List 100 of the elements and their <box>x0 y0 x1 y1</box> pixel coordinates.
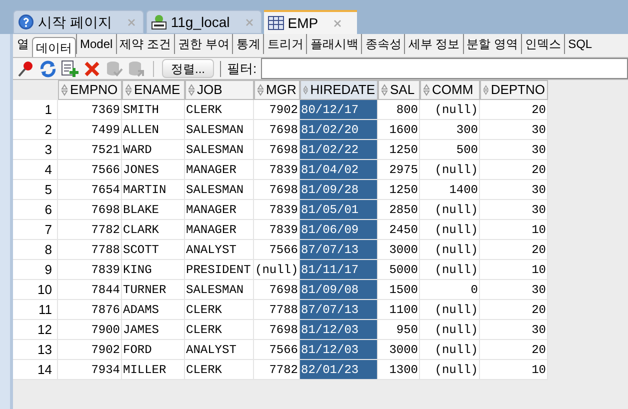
column-label: MGR <box>266 81 296 100</box>
editor-tab[interactable]: EMP <box>264 10 358 34</box>
editor-tab[interactable]: 시작 페이지 <box>13 10 144 34</box>
table-cell: (null) <box>254 260 300 280</box>
table-cell: 20 <box>480 100 548 120</box>
table-cell: 81/04/02 <box>300 160 378 180</box>
subtab[interactable]: 데이터 <box>32 37 76 57</box>
table-cell: 7566 <box>254 240 300 260</box>
subtab[interactable]: 통계 <box>232 34 264 54</box>
subtab[interactable]: 트리거 <box>263 34 306 54</box>
table-cell: (null) <box>420 300 480 320</box>
column-header[interactable]: HIREDATE <box>300 80 378 100</box>
table-cell: 10 <box>480 360 548 380</box>
table-cell: SMITH <box>122 100 185 120</box>
subtab[interactable]: 열 <box>14 34 32 54</box>
table-cell: 10 <box>480 220 548 240</box>
table-cell: 300 <box>420 120 480 140</box>
table-cell: 1500 <box>378 280 420 300</box>
subtab[interactable]: Model <box>76 34 116 54</box>
table-cell: MANAGER <box>185 220 254 240</box>
table-cell: 81/12/03 <box>300 340 378 360</box>
sort-button[interactable]: 정렬... <box>162 59 214 78</box>
subtab[interactable]: 제약 조건 <box>116 34 174 54</box>
row-number: 1 <box>13 100 58 120</box>
table-cell: (null) <box>420 340 480 360</box>
filter-field[interactable] <box>260 58 628 79</box>
tab-label: 시작 페이지 <box>38 12 112 32</box>
subtab[interactable]: 종속성 <box>361 34 404 54</box>
column-header[interactable]: JOB <box>185 80 254 100</box>
table-cell: 80/12/17 <box>300 100 378 120</box>
sort-icon <box>423 84 430 96</box>
row-number: 12 <box>13 320 58 340</box>
table-cell: 1100 <box>378 300 420 320</box>
subtab[interactable]: 권한 부여 <box>174 34 232 54</box>
row-number: 4 <box>13 160 58 180</box>
table-cell: SALESMAN <box>185 280 254 300</box>
subtab[interactable]: 인덱스 <box>521 34 564 54</box>
table-cell: ALLEN <box>122 120 185 140</box>
table-cell: 7499 <box>58 120 122 140</box>
add-row-icon[interactable] <box>61 60 79 78</box>
table-cell: 7876 <box>58 300 122 320</box>
table-icon <box>268 16 284 30</box>
column-header[interactable]: SAL <box>378 80 420 100</box>
table-cell: 7369 <box>58 100 122 120</box>
column-header[interactable]: COMM <box>420 80 480 100</box>
sort-icon <box>125 84 132 96</box>
table-cell: KING <box>122 260 185 280</box>
table-cell: ANALYST <box>185 240 254 260</box>
table-cell: 20 <box>480 340 548 360</box>
table-cell: 7782 <box>58 220 122 240</box>
subtab[interactable]: SQL <box>564 34 596 54</box>
delete-icon[interactable] <box>83 60 101 78</box>
subtab[interactable]: 분할 영역 <box>462 34 522 54</box>
help-icon <box>18 14 34 30</box>
column-header[interactable]: DEPTNO <box>480 80 548 100</box>
table-cell: 7521 <box>58 140 122 160</box>
table-cell: WARD <box>122 140 185 160</box>
table-cell: JAMES <box>122 320 185 340</box>
table-cell: 1250 <box>378 140 420 160</box>
table-cell: 7839 <box>254 200 300 220</box>
column-header[interactable]: EMPNO <box>58 80 122 100</box>
row-number: 9 <box>13 260 58 280</box>
table-cell: (null) <box>420 240 480 260</box>
row-number: 14 <box>13 360 58 380</box>
close-icon[interactable] <box>334 20 342 26</box>
table-cell: 7698 <box>254 280 300 300</box>
subtab[interactable]: 플래시백 <box>306 34 362 54</box>
editor-tab[interactable]: 11g_local <box>146 10 262 34</box>
close-icon[interactable] <box>246 18 253 26</box>
column-header[interactable]: ENAME <box>122 80 185 100</box>
table-cell: (null) <box>420 320 480 340</box>
refresh-icon[interactable] <box>39 60 57 78</box>
table-cell: 82/01/23 <box>300 360 378 380</box>
table-cell: 7844 <box>58 280 122 300</box>
table-cell: 0 <box>420 280 480 300</box>
pin-icon[interactable] <box>17 60 35 78</box>
table-cell: 7698 <box>254 120 300 140</box>
close-icon[interactable] <box>128 18 135 26</box>
table-cell: 7788 <box>254 300 300 320</box>
table-cell: CLERK <box>185 360 254 380</box>
table-cell: 81/06/09 <box>300 220 378 240</box>
column-label: HIREDATE <box>310 81 375 100</box>
table-cell: 87/07/13 <box>300 240 378 260</box>
table-cell: MILLER <box>122 360 185 380</box>
table-cell: 7698 <box>254 320 300 340</box>
subtab[interactable]: 세부 정보 <box>404 34 463 54</box>
table-cell: 81/12/03 <box>300 320 378 340</box>
table-cell: 30 <box>480 320 548 340</box>
table-cell: 1250 <box>378 180 420 200</box>
sort-icon <box>188 84 195 96</box>
column-header[interactable]: MGR <box>254 80 300 100</box>
row-number: 6 <box>13 200 58 220</box>
table-cell: 20 <box>480 240 548 260</box>
row-number: 11 <box>13 300 58 320</box>
table-cell: 7934 <box>58 360 122 380</box>
table-cell: (null) <box>420 100 480 120</box>
table-cell: 7782 <box>254 360 300 380</box>
table-cell: 2450 <box>378 220 420 240</box>
table-cell: 500 <box>420 140 480 160</box>
table-cell: 7902 <box>254 100 300 120</box>
